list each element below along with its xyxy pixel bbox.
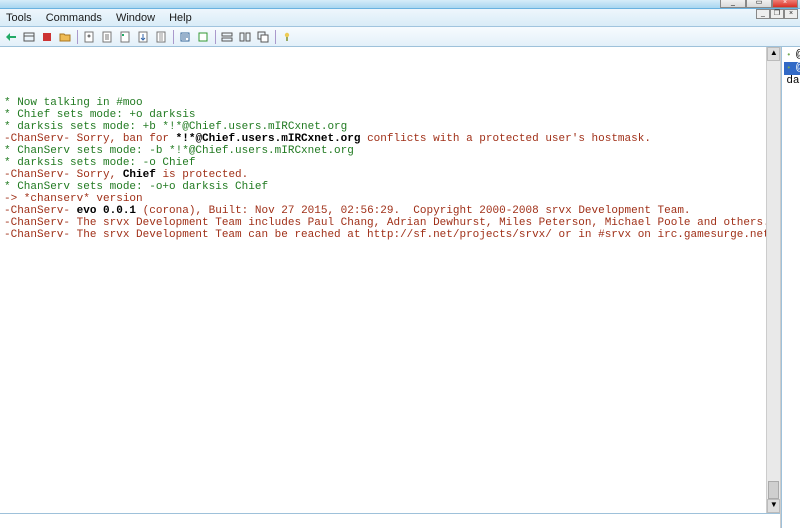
chat-line: * ChanServ sets mode: -o+o darksis Chief: [4, 181, 776, 193]
chat-line: -ChanServ- The srvx Development Team can…: [4, 229, 776, 241]
scrollbar[interactable]: ▲ ▼: [766, 47, 780, 513]
disconnect-icon[interactable]: [39, 29, 55, 45]
toolbar: [0, 27, 800, 47]
mdi-minimize-button[interactable]: _: [756, 9, 770, 19]
options-icon[interactable]: [21, 29, 37, 45]
maximize-button[interactable]: ▭: [746, 0, 772, 8]
menu-window[interactable]: Window: [114, 11, 157, 25]
log-icon[interactable]: [153, 29, 169, 45]
chat-line: -ChanServ- Sorry, ban for *!*@Chief.user…: [4, 133, 776, 145]
close-button[interactable]: ×: [772, 0, 798, 8]
separator: [171, 29, 175, 45]
chat-line: -ChanServ- Sorry, Chief is protected.: [4, 169, 776, 181]
menu-help[interactable]: Help: [167, 11, 194, 25]
transfer-icon[interactable]: [135, 29, 151, 45]
tile-vertical-icon[interactable]: [237, 29, 253, 45]
chat-log: * Now talking in #moo* Chief sets mode: …: [0, 47, 780, 243]
notify-icon[interactable]: [195, 29, 211, 45]
cascade-icon[interactable]: [255, 29, 271, 45]
chat-line: -ChanServ- evo 0.0.1 (corona), Built: No…: [4, 205, 776, 217]
addressbook-icon[interactable]: [81, 29, 97, 45]
list-icon[interactable]: [117, 29, 133, 45]
script-icon[interactable]: [177, 29, 193, 45]
separator: [273, 29, 277, 45]
separator: [75, 29, 79, 45]
favorites-icon[interactable]: [99, 29, 115, 45]
tile-horizontal-icon[interactable]: [219, 29, 235, 45]
menubar: Tools Commands Window Help _ ❐ ×: [0, 9, 800, 27]
chat-line: * Now talking in #moo: [4, 97, 776, 109]
about-icon[interactable]: [279, 29, 295, 45]
scroll-thumb[interactable]: [768, 481, 779, 499]
scroll-up-icon[interactable]: ▲: [767, 47, 780, 61]
folder-icon[interactable]: [57, 29, 73, 45]
minimize-button[interactable]: _: [720, 0, 746, 8]
chat-line: * darksis sets mode: +b *!*@Chief.users.…: [4, 121, 776, 133]
menu-commands[interactable]: Commands: [44, 11, 104, 25]
mdi-close-button[interactable]: ×: [784, 9, 798, 19]
nick-item[interactable]: darksis: [784, 75, 800, 87]
separator: [213, 29, 217, 45]
chat-line: * darksis sets mode: -o Chief: [4, 157, 776, 169]
scroll-down-icon[interactable]: ▼: [767, 499, 780, 513]
chat-line: -> *chanserv* version: [4, 193, 776, 205]
nick-item[interactable]: @Chief: [784, 62, 800, 75]
nick-list[interactable]: @ChanServ@Chiefdarksis: [782, 47, 800, 528]
chat-line: * Chief sets mode: +o darksis: [4, 109, 776, 121]
nick-item[interactable]: @ChanServ: [784, 49, 800, 62]
mdi-restore-button[interactable]: ❐: [770, 9, 784, 19]
chat-line: * ChanServ sets mode: -b *!*@Chief.users…: [4, 145, 776, 157]
menu-tools[interactable]: Tools: [4, 11, 34, 25]
chat-input[interactable]: [0, 513, 780, 528]
connect-icon[interactable]: [3, 29, 19, 45]
chat-line: -ChanServ- The srvx Development Team inc…: [4, 217, 776, 229]
window-titlebar: _ ▭ ×: [0, 0, 800, 9]
